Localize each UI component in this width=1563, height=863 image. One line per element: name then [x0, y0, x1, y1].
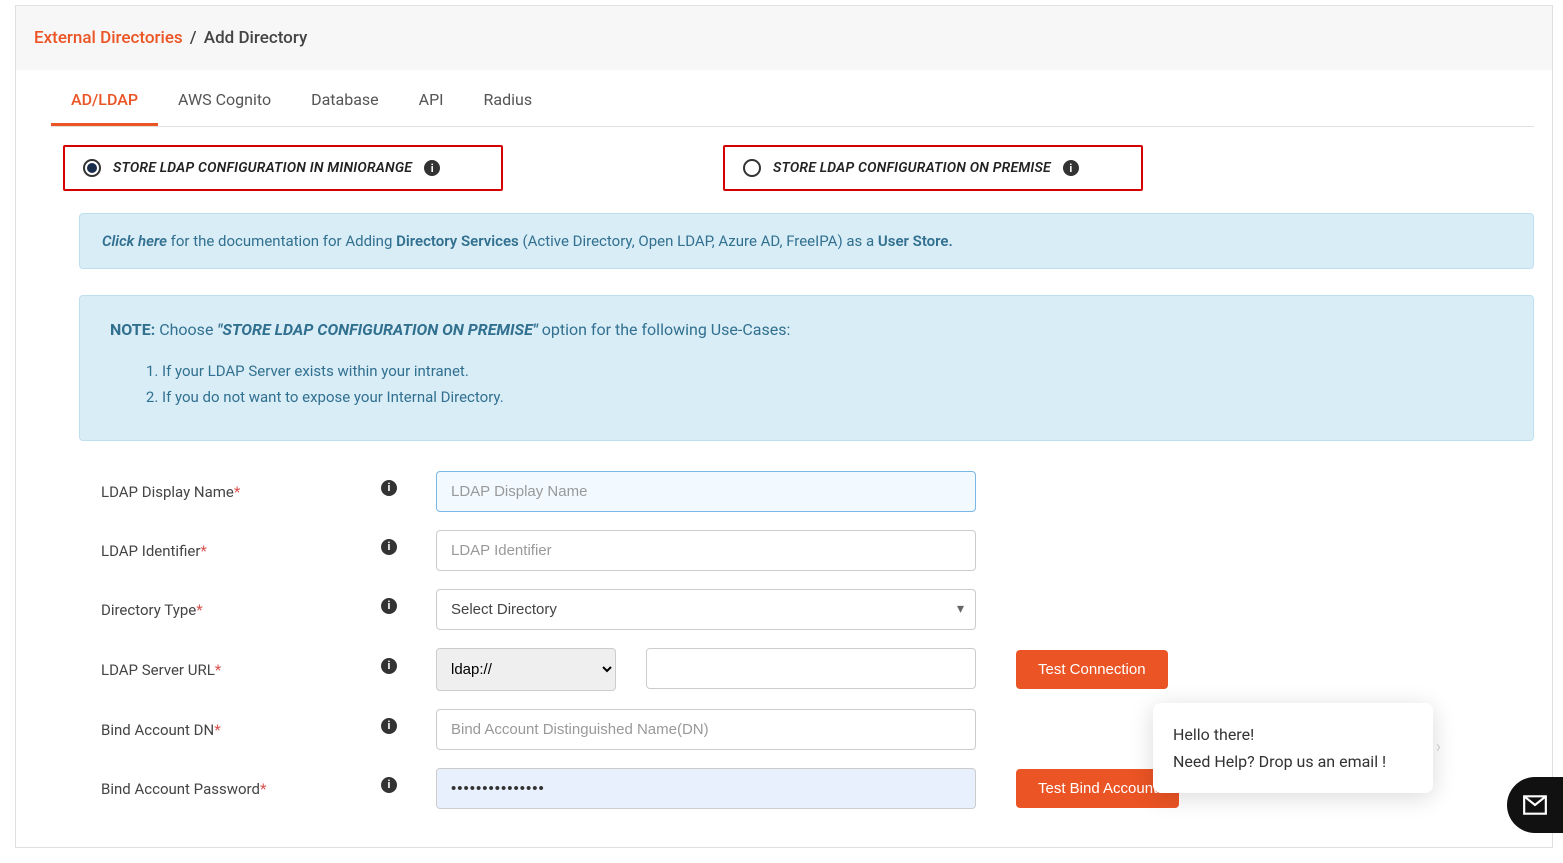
- info-icon[interactable]: i: [424, 160, 440, 176]
- label-bind-password: Bind Account Password*: [101, 780, 381, 798]
- tab-adldap[interactable]: AD/LDAP: [51, 74, 158, 126]
- row-directory-type: Directory Type* i Select Directory: [101, 589, 1534, 630]
- note-label: NOTE:: [110, 320, 155, 339]
- row-identifier: LDAP Identifier* i: [101, 530, 1534, 571]
- note-text: option for the following Use-Cases:: [538, 320, 791, 339]
- info-icon[interactable]: i: [381, 539, 397, 555]
- email-icon: [1522, 792, 1548, 818]
- note-text: Choose: [155, 320, 217, 339]
- tab-aws-cognito[interactable]: AWS Cognito: [158, 74, 291, 126]
- info-icon[interactable]: i: [381, 718, 397, 734]
- doc-text: for the documentation for Adding: [167, 232, 396, 250]
- doc-bold-user-store: User Store.: [878, 232, 953, 250]
- info-icon[interactable]: i: [1063, 160, 1079, 176]
- note-list-item: If you do not want to expose your Intern…: [162, 385, 1503, 411]
- label-identifier: LDAP Identifier*: [101, 542, 381, 560]
- tab-api[interactable]: API: [399, 74, 464, 126]
- select-ldap-scheme[interactable]: ldap://: [436, 648, 616, 691]
- radio-icon: [83, 159, 101, 177]
- doc-text: (Active Directory, Open LDAP, Azure AD, …: [519, 232, 878, 250]
- breadcrumb-current: Add Directory: [204, 28, 308, 48]
- breadcrumb: External Directories / Add Directory: [16, 6, 1552, 70]
- chevron-right-icon: ›: [1436, 733, 1441, 764]
- label-server-url: LDAP Server URL*: [101, 661, 381, 679]
- info-icon[interactable]: i: [381, 777, 397, 793]
- chat-help-popup[interactable]: Hello there! Need Help? Drop us an email…: [1153, 703, 1433, 793]
- documentation-info-box: Click here for the documentation for Add…: [79, 213, 1534, 269]
- input-server-url[interactable]: [646, 648, 976, 689]
- chat-line: Need Help? Drop us an email !: [1173, 748, 1413, 775]
- note-quoted: "STORE LDAP CONFIGURATION ON PREMISE": [217, 320, 537, 339]
- test-connection-button[interactable]: Test Connection: [1016, 650, 1168, 689]
- row-server-url: LDAP Server URL* i ldap://: [101, 648, 1534, 691]
- breadcrumb-link-external-directories[interactable]: External Directories: [34, 28, 183, 48]
- input-identifier[interactable]: [436, 530, 976, 571]
- label-bind-dn: Bind Account DN*: [101, 721, 381, 739]
- chat-line: Hello there!: [1173, 721, 1413, 748]
- doc-bold-directory-services: Directory Services: [396, 232, 519, 250]
- radio-store-on-premise[interactable]: STORE LDAP CONFIGURATION ON PREMISE i: [723, 145, 1143, 191]
- row-display-name: LDAP Display Name* i: [101, 471, 1534, 512]
- input-bind-dn[interactable]: [436, 709, 976, 750]
- tabs: AD/LDAP AWS Cognito Database API Radius: [51, 70, 1534, 127]
- info-icon[interactable]: i: [381, 658, 397, 674]
- input-display-name[interactable]: [436, 471, 976, 512]
- label-directory-type: Directory Type*: [101, 601, 381, 619]
- breadcrumb-separator: /: [190, 28, 197, 48]
- info-icon[interactable]: i: [381, 598, 397, 614]
- chat-fab-button[interactable]: [1507, 777, 1563, 833]
- config-location-radios: STORE LDAP CONFIGURATION IN MINIORANGE i…: [63, 145, 1534, 191]
- doc-click-here-link[interactable]: Click here: [102, 232, 167, 250]
- input-bind-password[interactable]: [436, 768, 976, 809]
- tab-database[interactable]: Database: [291, 74, 399, 126]
- radio-label: STORE LDAP CONFIGURATION IN MINIORANGE: [113, 160, 412, 176]
- note-list-item: If your LDAP Server exists within your i…: [162, 359, 1503, 385]
- radio-label: STORE LDAP CONFIGURATION ON PREMISE: [773, 160, 1051, 176]
- radio-store-miniorange[interactable]: STORE LDAP CONFIGURATION IN MINIORANGE i: [63, 145, 503, 191]
- note-title: NOTE: Choose "STORE LDAP CONFIGURATION O…: [110, 320, 1503, 339]
- note-list: If your LDAP Server exists within your i…: [110, 359, 1503, 410]
- label-display-name: LDAP Display Name*: [101, 483, 381, 501]
- select-directory-type[interactable]: Select Directory: [436, 589, 976, 630]
- tab-radius[interactable]: Radius: [464, 74, 553, 126]
- radio-icon: [743, 159, 761, 177]
- info-icon[interactable]: i: [381, 480, 397, 496]
- note-box: NOTE: Choose "STORE LDAP CONFIGURATION O…: [79, 295, 1534, 441]
